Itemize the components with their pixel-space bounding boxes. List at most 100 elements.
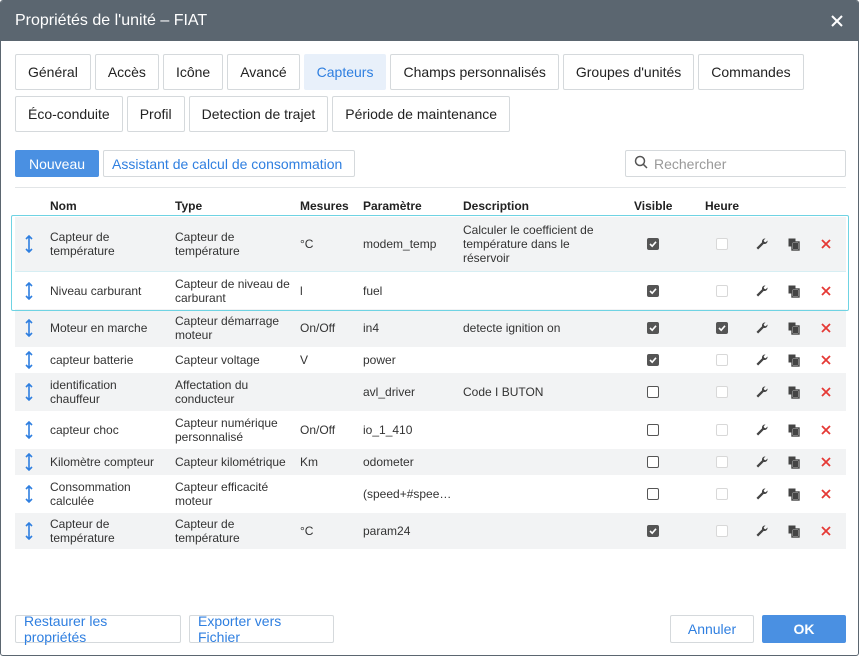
drag-handle-icon[interactable] <box>23 420 35 440</box>
table-row[interactable]: Kilomètre compteur Capteur kilométrique Km… <box>15 449 846 475</box>
wrench-icon[interactable] <box>755 353 769 367</box>
tab-acces[interactable]: Accès <box>94 54 159 90</box>
drag-handle-icon[interactable] <box>23 452 35 472</box>
sensor-measures: On/Off <box>300 423 336 437</box>
drag-handle-icon[interactable] <box>23 281 35 300</box>
table-row[interactable]: identification chauffeur Affectation du c… <box>15 373 846 411</box>
wrench-icon[interactable] <box>755 237 769 251</box>
copy-icon[interactable] <box>787 423 801 437</box>
hour-checkbox <box>716 456 728 468</box>
wrench-icon[interactable] <box>755 284 769 298</box>
drag-handle-icon[interactable] <box>23 350 35 370</box>
tab-detection-de-trajet[interactable]: Detection de trajet <box>188 96 329 132</box>
visible-checkbox[interactable] <box>647 386 659 398</box>
drag-handle-icon[interactable] <box>23 521 35 541</box>
visible-checkbox[interactable] <box>647 424 659 436</box>
column-parameter[interactable]: Paramètre <box>363 199 422 213</box>
sensor-type: Affectation du conducteur <box>175 378 249 406</box>
delete-icon[interactable] <box>819 353 833 367</box>
sensor-type: Capteur démarrage moteur <box>175 314 280 342</box>
copy-icon[interactable] <box>787 237 801 251</box>
copy-icon[interactable] <box>787 284 801 298</box>
delete-icon[interactable] <box>819 455 833 469</box>
sensor-parameter: param24 <box>363 524 411 538</box>
sensor-measures: l <box>300 283 303 298</box>
visible-checkbox[interactable] <box>647 354 659 366</box>
delete-icon[interactable] <box>819 321 833 335</box>
sensor-name: capteur choc <box>50 423 119 437</box>
visible-checkbox[interactable] <box>647 525 659 537</box>
visible-checkbox[interactable] <box>647 456 659 468</box>
drag-handle-icon[interactable] <box>23 484 35 504</box>
column-name[interactable]: Nom <box>50 199 77 213</box>
new-sensor-button[interactable]: Nouveau <box>15 150 99 177</box>
copy-icon[interactable] <box>787 385 801 399</box>
search-input[interactable] <box>654 155 834 172</box>
wrench-icon[interactable] <box>755 385 769 399</box>
wrench-icon[interactable] <box>755 455 769 469</box>
wrench-icon[interactable] <box>755 487 769 501</box>
visible-checkbox[interactable] <box>647 488 659 500</box>
export-to-file-button[interactable]: Exporter vers Fichier <box>189 613 334 645</box>
sensor-parameter: avl_driver <box>363 385 416 399</box>
copy-icon[interactable] <box>787 321 801 335</box>
delete-icon[interactable] <box>819 423 833 437</box>
table-row[interactable]: Capteur de température Capteur de tempéra… <box>15 217 846 271</box>
hour-checkbox <box>716 284 728 297</box>
sensor-type: Capteur de température <box>175 517 240 545</box>
hour-checkbox[interactable] <box>716 322 728 334</box>
close-icon[interactable] <box>826 10 848 32</box>
table-row[interactable]: Niveau carburant Capteur de niveau de car… <box>15 271 846 309</box>
tab-groupes-d-unites[interactable]: Groupes d'unités <box>562 54 695 90</box>
delete-icon[interactable] <box>819 524 833 538</box>
wrench-icon[interactable] <box>755 321 769 335</box>
cancel-button[interactable]: Annuler <box>670 615 754 643</box>
table-header: Nom Type Mesures Paramètre Description V… <box>15 199 846 215</box>
wrench-icon[interactable] <box>755 423 769 437</box>
sensor-measures: Km <box>300 455 318 469</box>
drag-handle-icon[interactable] <box>23 382 35 402</box>
delete-icon[interactable] <box>819 487 833 501</box>
sensor-parameter: io_1_410 <box>363 423 413 437</box>
table-row[interactable]: capteur batterie Capteur voltage Vpower <box>15 347 846 373</box>
sensor-name: Moteur en marche <box>50 321 148 335</box>
table-row[interactable]: Capteur de température Capteur de tempéra… <box>15 513 846 549</box>
column-hour[interactable]: Heure <box>705 199 739 213</box>
tab-commandes[interactable]: Commandes <box>698 54 804 90</box>
delete-icon[interactable] <box>819 237 833 251</box>
drag-handle-icon[interactable] <box>23 234 35 254</box>
copy-icon[interactable] <box>787 455 801 469</box>
copy-icon[interactable] <box>787 487 801 501</box>
visible-checkbox[interactable] <box>647 238 659 250</box>
copy-icon[interactable] <box>787 353 801 367</box>
column-measures[interactable]: Mesures <box>300 199 349 213</box>
delete-icon[interactable] <box>819 385 833 399</box>
sensor-type: Capteur de niveau de carburant <box>175 276 290 305</box>
column-description[interactable]: Description <box>463 199 529 213</box>
table-row[interactable]: capteur choc Capteur numérique personnali… <box>15 411 846 449</box>
visible-checkbox[interactable] <box>647 284 659 297</box>
table-row[interactable]: Consommation calculée Capteur efficacité … <box>15 475 846 513</box>
tab-profil[interactable]: Profil <box>126 96 185 132</box>
tab-champs-personnalises[interactable]: Champs personnalisés <box>390 54 559 90</box>
column-type[interactable]: Type <box>175 199 202 213</box>
ok-button[interactable]: OK <box>762 615 846 643</box>
column-visible[interactable]: Visible <box>634 199 672 213</box>
restore-properties-button[interactable]: Restaurer les propriétés <box>15 613 181 645</box>
table-row[interactable]: Moteur en marche Capteur démarrage moteur… <box>15 309 846 347</box>
tab-capteurs[interactable]: Capteurs <box>303 54 387 90</box>
tab-avance[interactable]: Avancé <box>227 54 300 90</box>
visible-checkbox[interactable] <box>647 322 659 334</box>
tab-periode-de-maintenance[interactable]: Période de maintenance <box>332 96 511 132</box>
delete-icon[interactable] <box>819 284 833 298</box>
copy-icon[interactable] <box>787 524 801 538</box>
consumption-wizard-button[interactable]: Assistant de calcul de consommation <box>103 150 355 177</box>
tab-general[interactable]: Général <box>15 54 91 90</box>
tab-eco-conduite[interactable]: Éco-conduite <box>15 96 123 132</box>
tab-icone[interactable]: Icône <box>162 54 224 90</box>
wrench-icon[interactable] <box>755 524 769 538</box>
drag-handle-icon[interactable] <box>23 318 35 338</box>
sensor-name: Capteur de température <box>50 517 115 545</box>
sensor-name: Niveau carburant <box>50 283 142 298</box>
sensor-parameter: (speed+#spee… <box>363 487 452 501</box>
